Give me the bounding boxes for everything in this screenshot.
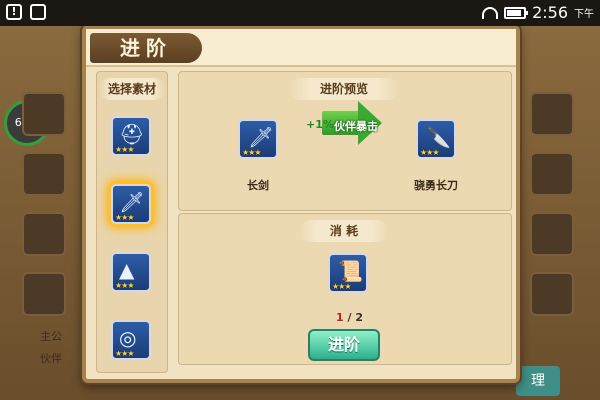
clock-time: 2:56 bbox=[532, 3, 568, 22]
bg-slot bbox=[22, 152, 66, 196]
background-text: 主公 bbox=[40, 330, 62, 343]
notification-icon: ! bbox=[6, 4, 22, 20]
consume-item[interactable]: 📜 ★★★ bbox=[328, 253, 368, 293]
wifi-icon bbox=[482, 6, 499, 19]
status-bar: ! 2:56 下午 bbox=[0, 0, 600, 26]
material-item-ring[interactable]: ◎ ★★★ bbox=[111, 320, 151, 360]
dialog-title: 进阶 bbox=[90, 33, 202, 63]
bg-slot bbox=[530, 152, 574, 196]
bg-slot bbox=[22, 92, 66, 136]
dialog-header: 进阶 bbox=[86, 29, 516, 67]
bonus-percent: +1% bbox=[306, 118, 334, 131]
bg-slot bbox=[530, 92, 574, 136]
consume-count-current: 1 bbox=[336, 311, 344, 324]
star-rating: ★★★ bbox=[115, 213, 134, 222]
manage-button[interactable]: 理 bbox=[516, 366, 560, 396]
scroll-icon: 📜 bbox=[338, 259, 363, 283]
ring-icon: ◎ bbox=[119, 326, 137, 350]
from-item[interactable]: 🗡 ★★★ bbox=[238, 119, 278, 159]
advance-dialog: 进阶 选择素材 ⛑ ★★★ 🗡 ★★★ ▲ ★★★ ◎ ★★★ 进阶预览 🗡 ★… bbox=[82, 25, 520, 383]
star-rating: ★★★ bbox=[115, 145, 134, 154]
blade-icon: 🔪 bbox=[426, 125, 451, 149]
bg-slot bbox=[530, 212, 574, 256]
material-list: 选择素材 ⛑ ★★★ 🗡 ★★★ ▲ ★★★ ◎ ★★★ bbox=[96, 71, 168, 373]
to-item-name: 骁勇长刀 bbox=[414, 179, 458, 192]
helmet-icon: ⛑ bbox=[119, 122, 145, 146]
advance-button[interactable]: 进阶 bbox=[308, 329, 380, 361]
star-rating: ★★★ bbox=[332, 282, 351, 291]
star-rating: ★★★ bbox=[420, 148, 439, 157]
star-rating: ★★★ bbox=[115, 281, 134, 290]
material-item-armor[interactable]: ▲ ★★★ bbox=[111, 252, 151, 292]
background-text: 伙伴 bbox=[40, 352, 62, 365]
to-item[interactable]: 🔪 ★★★ bbox=[416, 119, 456, 159]
material-section-label: 选择素材 bbox=[99, 78, 165, 100]
consume-section-label: 消 耗 bbox=[299, 220, 389, 242]
bonus-label: 伙伴暴击 bbox=[334, 120, 378, 133]
bg-slot bbox=[22, 272, 66, 316]
bg-slot bbox=[22, 212, 66, 256]
consume-count: 1 / 2 bbox=[336, 311, 363, 324]
armor-icon: ▲ bbox=[119, 258, 135, 282]
sword-icon: 🗡 bbox=[119, 190, 145, 214]
battery-icon bbox=[504, 6, 529, 19]
image-icon bbox=[30, 4, 46, 20]
sword-icon: 🗡 bbox=[248, 125, 274, 149]
clock-ampm: 下午 bbox=[574, 9, 594, 20]
from-item-name: 长剑 bbox=[247, 179, 269, 192]
star-rating: ★★★ bbox=[115, 349, 134, 358]
star-rating: ★★★ bbox=[242, 148, 261, 157]
consume-count-total: / 2 bbox=[347, 311, 364, 324]
material-item-sword[interactable]: 🗡 ★★★ bbox=[111, 184, 151, 224]
preview-section-label: 进阶预览 bbox=[289, 78, 399, 100]
material-item-helmet[interactable]: ⛑ ★★★ bbox=[111, 116, 151, 156]
bg-slot bbox=[530, 272, 574, 316]
